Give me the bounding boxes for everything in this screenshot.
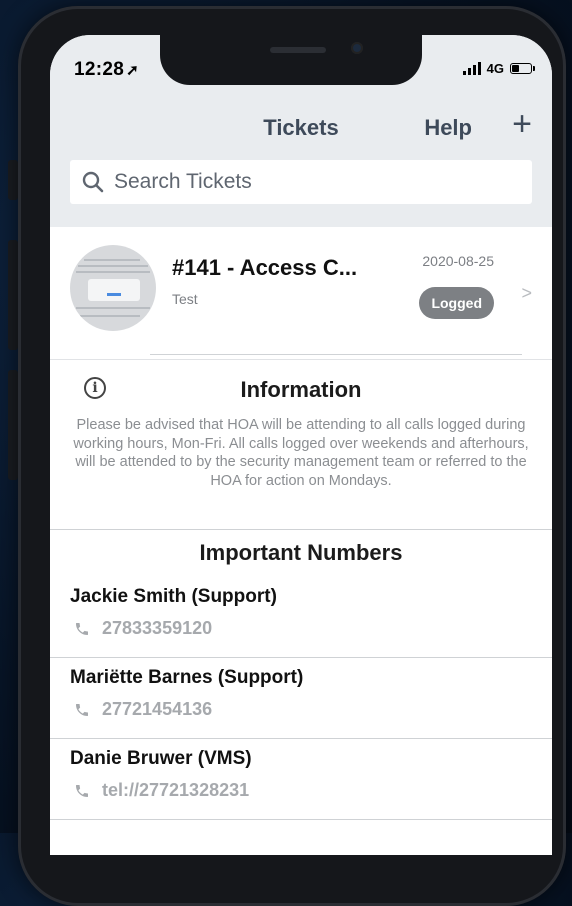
- search-bar[interactable]: [70, 160, 532, 204]
- add-ticket-button[interactable]: +: [512, 107, 532, 141]
- status-time: 12:28 ➚: [74, 59, 139, 81]
- information-body: Please be advised that HOA will be atten…: [73, 417, 529, 489]
- phone-icon: [76, 622, 88, 635]
- search-input[interactable]: [112, 169, 516, 195]
- page-title: Tickets: [263, 115, 339, 140]
- contact-name: Mariëtte Barnes (Support): [70, 667, 304, 688]
- important-numbers-section: Important Numbers Jackie Smith (Support)…: [50, 529, 552, 855]
- ticket-thumbnail: [70, 245, 156, 331]
- contact-item[interactable]: Danie Bruwer (VMS) tel://27721328231: [50, 738, 552, 820]
- important-numbers-title: Important Numbers: [199, 540, 403, 565]
- contact-phone[interactable]: 27721454136: [74, 699, 212, 720]
- side-button: [8, 160, 18, 200]
- contact-item[interactable]: Mariëtte Barnes (Support) 27721454136: [50, 657, 552, 739]
- contact-phone[interactable]: 27833359120: [74, 618, 212, 639]
- signal-icon: [462, 62, 481, 75]
- notch: [160, 35, 422, 85]
- volume-up-button: [8, 240, 18, 350]
- phone-icon: [76, 703, 88, 716]
- camera: [351, 42, 363, 54]
- status-badge: Logged: [419, 287, 494, 319]
- contact-number: 27721454136: [102, 699, 213, 719]
- status-indicators: 4G: [462, 61, 535, 76]
- contact-name: Jackie Smith (Support): [70, 586, 277, 607]
- contact-number: tel://27721328231: [102, 780, 250, 800]
- status-time-text: 12:28: [74, 59, 125, 80]
- speaker: [270, 47, 326, 53]
- search-icon: [82, 171, 104, 193]
- ticket-row[interactable]: #141 - Access C... Test 2020-08-25 Logge…: [50, 227, 552, 355]
- contact-number: 27833359120: [102, 618, 213, 638]
- screen: 12:28 ➚ 4G Tickets Help + Search Tickets…: [50, 35, 552, 855]
- network-label: 4G: [486, 61, 504, 76]
- battery-icon: [510, 63, 535, 74]
- phone-icon: [76, 784, 88, 797]
- volume-down-button: [8, 370, 18, 480]
- contact-name: Danie Bruwer (VMS): [70, 748, 252, 769]
- help-button[interactable]: Help: [424, 115, 472, 141]
- contact-item[interactable]: Jackie Smith (Support) 27833359120: [50, 576, 552, 658]
- contact-phone[interactable]: tel://27721328231: [74, 780, 249, 801]
- location-arrow-icon: ➚: [126, 62, 139, 79]
- information-title: Information: [240, 377, 362, 402]
- ticket-date: 2020-08-25: [422, 253, 494, 269]
- divider: [150, 354, 522, 355]
- ticket-subtitle: Test: [172, 291, 198, 307]
- chevron-right-icon: >: [521, 283, 532, 303]
- information-section: i Information Please be advised that HOA…: [50, 359, 552, 530]
- ticket-title: #141 - Access C...: [172, 255, 358, 280]
